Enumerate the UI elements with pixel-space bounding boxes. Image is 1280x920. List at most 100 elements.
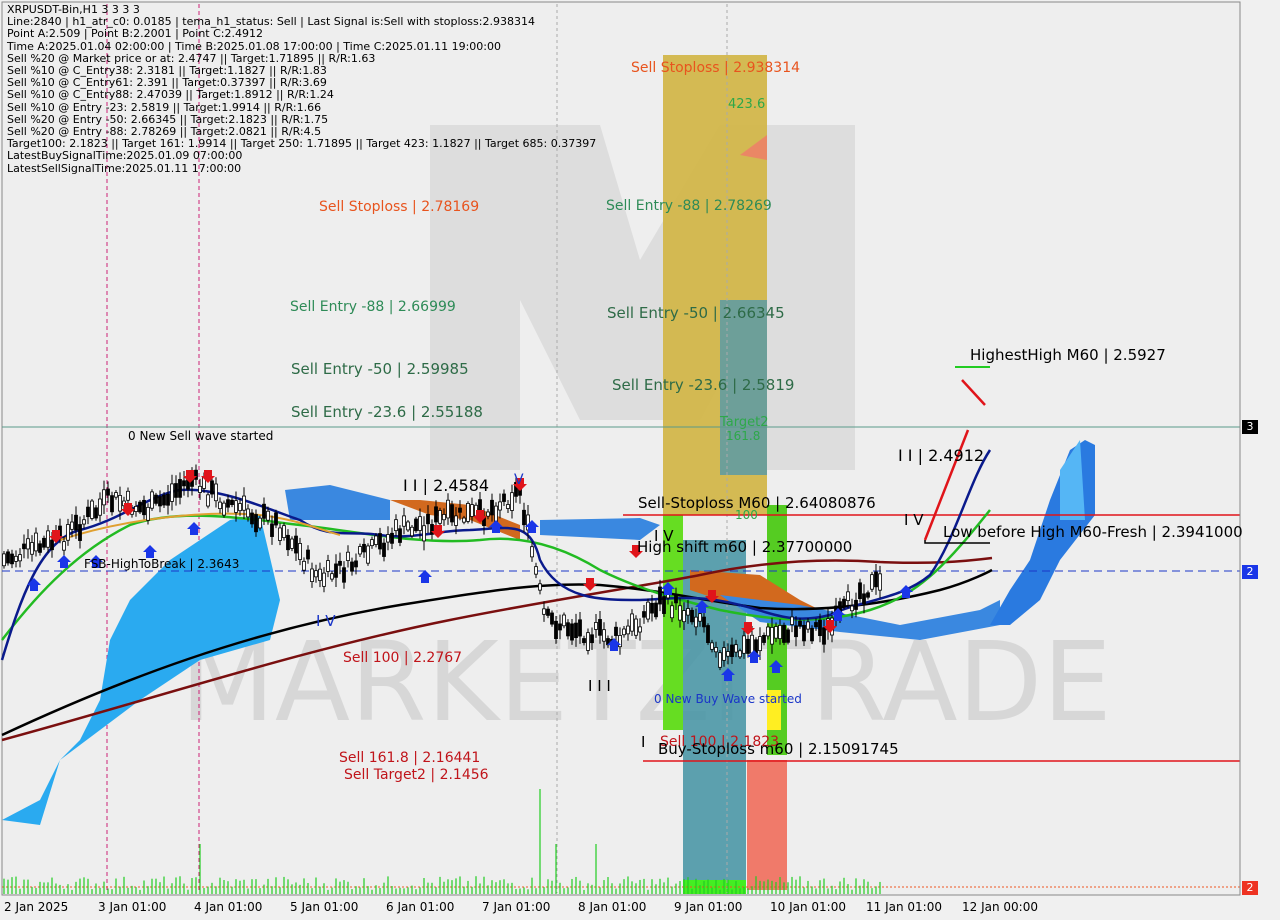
volume-bar bbox=[787, 882, 789, 894]
candle-body bbox=[878, 573, 882, 591]
candle-body bbox=[822, 627, 826, 645]
candle-body bbox=[778, 625, 782, 640]
volume-bar bbox=[531, 877, 533, 894]
candle-body bbox=[162, 494, 166, 506]
candle-body bbox=[398, 528, 402, 543]
volume-bar bbox=[867, 881, 869, 894]
volume-bar bbox=[735, 881, 737, 894]
volume-bar bbox=[451, 880, 453, 894]
volume-bar bbox=[575, 876, 577, 894]
volume-bar bbox=[547, 879, 549, 894]
volume-bar bbox=[183, 883, 185, 894]
candle-body bbox=[222, 502, 226, 516]
candle-body bbox=[578, 619, 582, 637]
volume-bar bbox=[715, 879, 717, 894]
volume-bar bbox=[695, 878, 697, 894]
volume-bar bbox=[511, 882, 513, 894]
candle-body bbox=[142, 499, 146, 516]
volume-bar bbox=[399, 887, 401, 894]
candle-body bbox=[246, 508, 250, 518]
candle-body bbox=[178, 479, 182, 498]
candle-body bbox=[206, 494, 210, 507]
candle-body bbox=[550, 612, 554, 625]
candle-body bbox=[234, 500, 238, 513]
volume-bar bbox=[667, 877, 669, 894]
volume-bar bbox=[23, 879, 25, 894]
volume-bar bbox=[643, 878, 645, 894]
x-tick-label: 8 Jan 01:00 bbox=[578, 900, 647, 914]
volume-bar bbox=[815, 888, 817, 894]
volume-bar bbox=[215, 886, 217, 894]
label-fsb: FSB-HighToBreak | 2.3643 bbox=[84, 557, 240, 571]
volume-bar bbox=[727, 879, 729, 894]
x-tick-label: 12 Jan 00:00 bbox=[962, 900, 1038, 914]
volume-bar bbox=[479, 883, 481, 894]
volume-bar bbox=[59, 884, 61, 894]
volume-bar bbox=[3, 878, 5, 894]
candle-body bbox=[506, 504, 510, 509]
fib-box-salmon bbox=[747, 760, 787, 890]
candle-body bbox=[258, 517, 262, 529]
candle-body bbox=[786, 629, 790, 643]
candle-body bbox=[634, 618, 638, 636]
candle-body bbox=[614, 626, 618, 636]
candle-body bbox=[70, 521, 74, 530]
candle-body bbox=[774, 626, 778, 639]
candle-body bbox=[846, 591, 850, 602]
volume-bar bbox=[475, 876, 477, 894]
volume-bar bbox=[607, 877, 609, 894]
volume-bar bbox=[843, 877, 845, 894]
x-tick-label: 11 Jan 01:00 bbox=[866, 900, 942, 914]
volume-bar bbox=[571, 878, 573, 894]
candle-body bbox=[630, 613, 634, 632]
candle-body bbox=[458, 507, 462, 513]
volume-bar bbox=[819, 880, 821, 894]
volume-bar bbox=[443, 881, 445, 894]
candle-body bbox=[238, 503, 242, 512]
candle-body bbox=[102, 489, 106, 506]
label-sell-entry-88-left: Sell Entry -88 | 2.66999 bbox=[290, 299, 456, 315]
volume-bar bbox=[31, 886, 33, 894]
volume-bar bbox=[663, 882, 665, 894]
volume-bar bbox=[347, 881, 349, 894]
candle-body bbox=[230, 499, 234, 506]
candle-body bbox=[86, 506, 90, 518]
volume-bar bbox=[603, 880, 605, 894]
volume-bar bbox=[703, 881, 705, 894]
chart-window[interactable]: MARKETZITRADE XRPUSDT-Bin,H1 3 3 3 3 Lin… bbox=[0, 0, 1280, 920]
candle-body bbox=[434, 506, 438, 523]
candle-body bbox=[46, 530, 50, 548]
volume-bar bbox=[811, 886, 813, 894]
info-line: Sell %10 @ Entry -23: 2.5819 || Target:1… bbox=[7, 100, 322, 114]
candle-body bbox=[854, 599, 858, 610]
volume-bar bbox=[151, 878, 153, 894]
volume-bar bbox=[615, 888, 617, 894]
candle-body bbox=[390, 532, 394, 544]
volume-bar bbox=[243, 879, 245, 894]
volume-bar bbox=[95, 883, 97, 894]
candle-body bbox=[418, 516, 422, 531]
volume-bar bbox=[91, 889, 93, 894]
volume-bar bbox=[751, 886, 753, 894]
candle-body bbox=[702, 616, 706, 628]
label-wave-iv: I V bbox=[904, 511, 924, 529]
candle-body bbox=[450, 504, 454, 523]
volume-bar bbox=[627, 876, 629, 894]
candle-body bbox=[638, 626, 642, 633]
candle-body bbox=[874, 571, 878, 588]
candle-body bbox=[590, 634, 594, 644]
candle-body bbox=[14, 555, 18, 562]
candle-body bbox=[442, 514, 446, 521]
volume-bar bbox=[855, 878, 857, 894]
volume-bar bbox=[583, 889, 585, 894]
volume-bar bbox=[631, 881, 633, 894]
volume-bar bbox=[491, 880, 493, 894]
candle-body bbox=[166, 493, 170, 506]
candle-body bbox=[334, 563, 338, 578]
x-tick-label: 10 Jan 01:00 bbox=[770, 900, 846, 914]
candle-body bbox=[94, 507, 98, 519]
candle-body bbox=[490, 499, 494, 516]
label-target2: Target2 bbox=[720, 415, 769, 430]
candle-body bbox=[134, 505, 138, 512]
volume-bar bbox=[387, 876, 389, 894]
